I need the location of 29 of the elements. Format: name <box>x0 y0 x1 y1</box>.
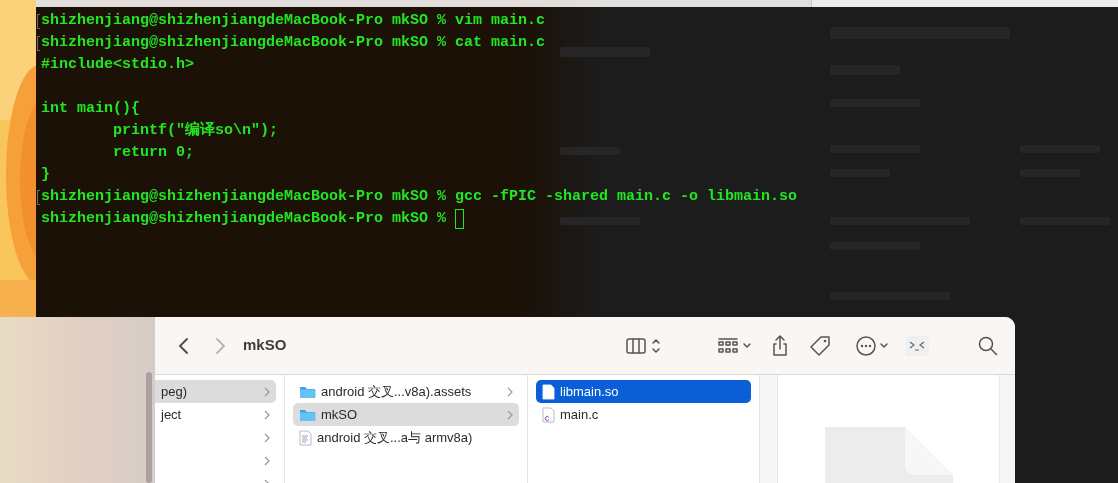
file-icon <box>542 383 555 400</box>
terminal-line: int main(){ <box>41 99 141 119</box>
chevron-icon <box>264 386 270 397</box>
chevron-icon <box>507 409 513 420</box>
terminal-line: shizhenjiang@shizhenjiangdeMacBook-Pro mkSO % vim main.c <box>41 11 546 31</box>
terminal-line: shizhenjiang@shizhenjiangdeMacBook-Pro mkSO % cat main.c <box>41 33 546 53</box>
terminal-line: shizhenjiang@shizhenjiangdeMacBook-Pro mkSO % gcc -fPIC -shared main.c -o libmain.so <box>41 187 798 207</box>
folder-icon <box>299 407 316 422</box>
list-item[interactable]: main.c <box>536 403 751 426</box>
c-file-icon <box>542 406 555 423</box>
chevron-icon <box>264 409 270 420</box>
folder-icon <box>299 384 316 399</box>
terminal-line: #include<stdio.h> <box>41 55 195 75</box>
chevron-icon <box>264 455 270 466</box>
terminal-line: shizhenjiang@shizhenjiangdeMacBook-Pro mkSO % <box>41 209 447 229</box>
terminal-line: printf("编译so\n"); <box>112 120 279 141</box>
window-title: mkSO <box>243 335 287 356</box>
chevron-icon <box>264 432 270 443</box>
list-item[interactable]: android 交叉...v8a).assets <box>293 380 519 403</box>
terminal-line: return 0; <box>112 143 195 163</box>
scrollbar[interactable] <box>146 372 152 483</box>
list-item[interactable]: mkSO <box>293 403 519 426</box>
list-item[interactable]: android 交叉...a与 armv8a) <box>293 426 519 449</box>
list-item[interactable]: libmain.so <box>536 380 751 403</box>
list-item[interactable]: peg) <box>155 380 276 403</box>
chevron-icon <box>507 386 513 397</box>
terminal-line: } <box>41 165 50 185</box>
document-icon <box>299 429 312 446</box>
list-item[interactable]: ject <box>155 403 276 426</box>
